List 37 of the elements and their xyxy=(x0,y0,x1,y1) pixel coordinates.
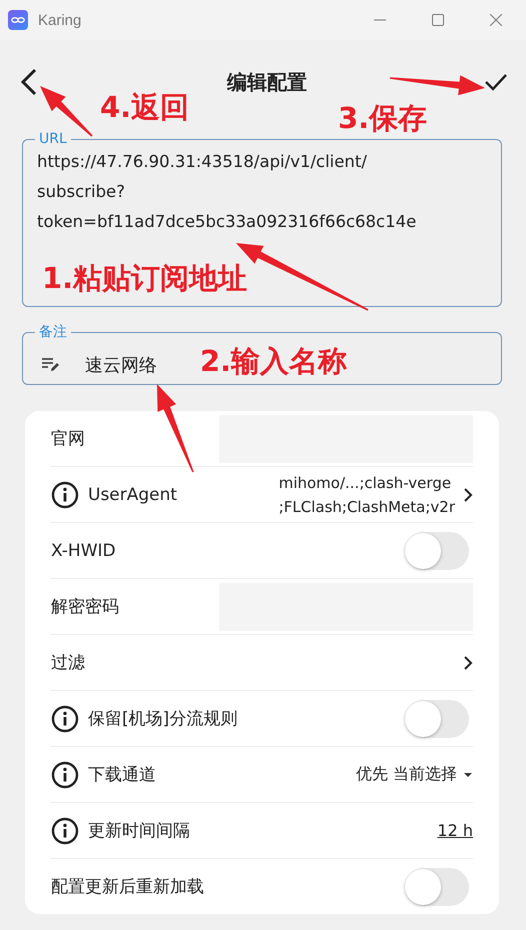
checkmark-icon[interactable] xyxy=(484,72,508,92)
setting-label: 下载通道 xyxy=(88,764,156,786)
info-icon[interactable] xyxy=(51,704,79,732)
info-icon[interactable] xyxy=(51,816,79,844)
user-agent-value: mihomo/...;clash-verge ;FLClash;ClashMeta;v2r xyxy=(278,472,455,518)
annotation-label: 1.粘贴订阅地址 xyxy=(42,260,248,297)
url-value: https://47.76.90.31:43518/api/v1/client/ subscribe? token=bf11ad7dce5bc33a092316f66c68c14e xyxy=(37,151,418,233)
caret-icon xyxy=(463,772,473,778)
note-edit-icon xyxy=(41,357,61,373)
annotation-label: 2.输入名称 xyxy=(200,343,348,380)
maximize-icon[interactable] xyxy=(432,14,444,26)
setting-label: 配置更新后重新加载 xyxy=(51,876,204,898)
setting-label: X-HWID xyxy=(51,540,116,560)
annotation-label: 4.返回 xyxy=(100,89,190,126)
toggle-switch[interactable] xyxy=(405,868,469,906)
remark-label: 备注 xyxy=(38,323,68,341)
back-icon[interactable] xyxy=(20,68,38,96)
app-logo-icon xyxy=(8,10,28,30)
info-icon[interactable] xyxy=(51,760,79,788)
channel-dropdown[interactable]: 优先 当前选择 xyxy=(356,764,473,785)
chevron-right-icon[interactable] xyxy=(463,654,473,670)
window-title: Karing xyxy=(38,12,82,28)
setting-label: 保留[机场]分流规则 xyxy=(88,708,238,730)
info-icon[interactable] xyxy=(51,480,79,508)
chevron-right-icon[interactable] xyxy=(463,486,473,502)
url-label: URL xyxy=(38,131,68,147)
setting-label: 官网 xyxy=(51,428,85,450)
toggle-switch[interactable] xyxy=(405,532,469,570)
close-icon[interactable] xyxy=(490,14,502,26)
interval-link[interactable]: 12 h xyxy=(437,821,473,840)
toggle-switch[interactable] xyxy=(405,700,469,738)
page-title: 编辑配置 xyxy=(227,68,307,96)
setting-label: 解密密码 xyxy=(51,596,119,618)
setting-label: 更新时间间隔 xyxy=(88,820,190,842)
setting-label: UserAgent xyxy=(88,484,178,504)
setting-label: 过滤 xyxy=(51,652,85,674)
remark-value: 速云网络 xyxy=(85,354,157,377)
